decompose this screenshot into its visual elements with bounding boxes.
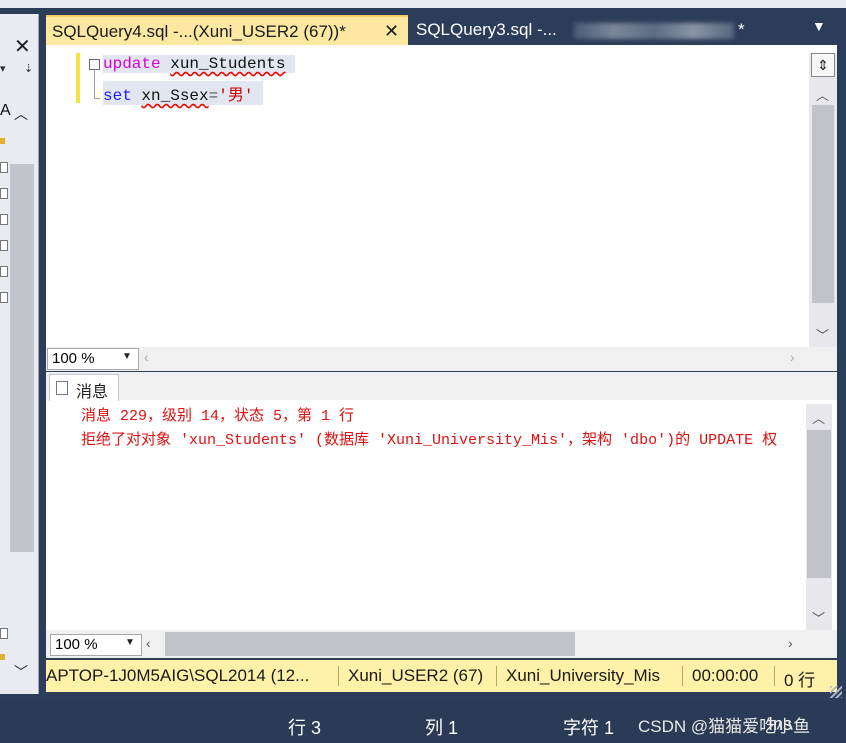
- scroll-left-icon[interactable]: ‹: [146, 635, 151, 651]
- split-icon[interactable]: ⇕: [811, 53, 835, 77]
- messages-icon: [56, 381, 68, 395]
- close-icon[interactable]: ✕: [384, 21, 399, 42]
- results-tabbar: 消息: [46, 372, 837, 401]
- dropdown-arrow-icon[interactable]: ▾: [0, 62, 6, 75]
- connection-status-bar: APTOP-1J0M5AIG\SQL2014 (12... Xuni_USER2…: [46, 660, 837, 692]
- unsaved-marker: *: [738, 20, 745, 39]
- scroll-up-icon[interactable]: ︿: [812, 408, 825, 427]
- pin-icon[interactable]: ⇣: [24, 62, 33, 75]
- tab-label: 消息: [76, 384, 109, 401]
- change-tracking-bar: [76, 53, 80, 103]
- error-message-line: 拒绝了对对象 'xun_Students' (数据库 'Xuni_Univers…: [81, 432, 778, 449]
- tab-sqlquery3[interactable]: SQLQuery3.sql -... *: [408, 15, 748, 45]
- results-vertical-scrollbar[interactable]: ︿ ﹀: [806, 404, 832, 630]
- sql-operator: =: [208, 87, 219, 105]
- tab-sqlquery4[interactable]: SQLQuery4.sql -...(Xuni_USER2 (67))* ✕: [46, 15, 408, 47]
- explorer-letter: A: [0, 102, 11, 119]
- folder-icon: [0, 138, 5, 144]
- scroll-down-icon[interactable]: ﹀: [812, 608, 825, 627]
- tree-expand-icon[interactable]: [0, 188, 8, 199]
- outline-line: [94, 98, 100, 99]
- tree-expand-icon[interactable]: [0, 628, 8, 639]
- server-name: APTOP-1J0M5AIG\SQL2014 (12...: [46, 666, 310, 685]
- scroll-up-icon[interactable]: ︿: [14, 104, 28, 124]
- separator: [682, 666, 683, 686]
- scroll-right-icon[interactable]: ›: [790, 349, 795, 365]
- collapse-icon[interactable]: [89, 59, 100, 70]
- zoom-value: 100 %: [55, 636, 98, 653]
- explorer-scrollbar[interactable]: [10, 164, 34, 552]
- watermark: CSDN @猫猫爱吃小鱼: [638, 717, 811, 736]
- editor-footer: 100 % ▼ ‹ ›: [46, 347, 837, 371]
- zoom-value: 100 %: [52, 350, 95, 367]
- scroll-thumb[interactable]: [807, 430, 831, 578]
- sql-string: '男': [218, 87, 254, 105]
- database-name: Xuni_University_Mis: [506, 666, 660, 685]
- editor-vertical-scrollbar[interactable]: ⇕ ︿ ﹀: [809, 53, 837, 347]
- tab-dropdown-icon[interactable]: ▼: [812, 18, 826, 34]
- scroll-up-icon[interactable]: ︿: [816, 85, 829, 104]
- sql-keyword: set: [103, 87, 132, 105]
- scroll-left-icon[interactable]: ‹: [144, 349, 149, 365]
- tree-expand-icon[interactable]: [0, 162, 8, 173]
- separator: [496, 666, 497, 686]
- tab-label: SQLQuery4.sql -...(Xuni_USER2 (67))*: [52, 22, 346, 41]
- scroll-thumb[interactable]: [812, 105, 834, 303]
- dropdown-arrow-icon: ▼: [122, 351, 132, 362]
- status-row: 行 3: [288, 718, 322, 738]
- scroll-down-icon[interactable]: ﹀: [816, 325, 829, 344]
- results-pane: 消息 消息 229，级别 14，状态 5，第 1 行 拒绝了对对象 'xun_S…: [46, 372, 837, 658]
- outline-line: [94, 70, 95, 98]
- sql-keyword: update: [103, 55, 161, 73]
- tree-expand-icon[interactable]: [0, 292, 8, 303]
- horizontal-scroll-thumb[interactable]: [165, 632, 575, 656]
- code-line[interactable]: update xun_Students: [103, 55, 296, 73]
- status-column: 列 1: [425, 718, 459, 738]
- tree-expand-icon[interactable]: [0, 214, 8, 225]
- elapsed-time: 00:00:00: [692, 666, 759, 685]
- tab-label: SQLQuery3.sql -...: [416, 20, 557, 39]
- window-top-strip: [0, 0, 846, 8]
- code-line[interactable]: set xn_Ssex='男': [103, 81, 264, 105]
- object-explorer-panel: ✕ ▾ ⇣ A ︿ ﹀: [0, 14, 39, 694]
- tree-expand-icon[interactable]: [0, 240, 8, 251]
- resize-grip-icon[interactable]: [830, 686, 842, 698]
- sql-identifier: xn_Ssex: [141, 87, 209, 105]
- status-char: 字符 1: [563, 718, 615, 738]
- error-message-line: 消息 229，级别 14，状态 5，第 1 行: [81, 408, 355, 425]
- tab-messages[interactable]: 消息: [49, 374, 119, 401]
- query-editor[interactable]: update xun_Students set xn_Ssex='男' ⇕ ︿ …: [46, 45, 837, 347]
- separator: [338, 666, 339, 686]
- scroll-right-icon[interactable]: ›: [788, 635, 793, 651]
- row-count: 0 行: [784, 671, 816, 690]
- editor-margin: [46, 45, 72, 347]
- login-user: Xuni_USER2 (67): [348, 666, 484, 685]
- scroll-down-icon[interactable]: ﹀: [14, 662, 28, 682]
- redacted-connection: [574, 23, 734, 39]
- editor-zoom-select[interactable]: 100 % ▼: [47, 348, 139, 370]
- close-icon[interactable]: ✕: [14, 34, 31, 59]
- sql-identifier: xun_Students: [170, 55, 286, 73]
- results-zoom-select[interactable]: 100 % ▼: [50, 634, 142, 656]
- separator: [774, 666, 775, 686]
- folder-icon: [0, 654, 5, 660]
- tree-expand-icon[interactable]: [0, 266, 8, 277]
- results-footer: 100 % ▼ ‹ ›: [46, 630, 837, 658]
- dropdown-arrow-icon: ▼: [125, 637, 135, 648]
